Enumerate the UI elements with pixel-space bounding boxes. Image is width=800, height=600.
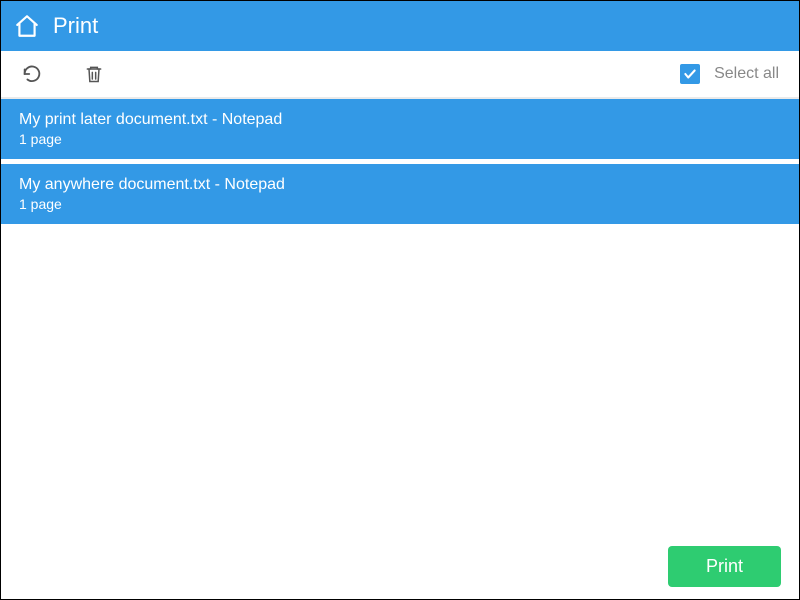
delete-button[interactable] (83, 63, 105, 85)
header-bar: Print (1, 1, 799, 51)
home-icon (14, 13, 40, 39)
empty-area (1, 225, 799, 534)
page-title: Print (53, 13, 98, 39)
toolbar-left (21, 63, 105, 85)
document-page-count: 1 page (19, 196, 781, 212)
check-icon (683, 67, 697, 81)
undo-button[interactable] (21, 63, 43, 85)
document-list: My print later document.txt - Notepad 1 … (1, 99, 799, 225)
select-all-label: Select all (714, 65, 779, 83)
toolbar-right: Select all (680, 64, 779, 84)
undo-icon (21, 63, 43, 85)
toolbar: Select all (1, 51, 799, 99)
list-item[interactable]: My print later document.txt - Notepad 1 … (1, 99, 799, 160)
document-title: My anywhere document.txt - Notepad (19, 176, 781, 194)
print-button[interactable]: Print (668, 546, 781, 587)
list-item[interactable]: My anywhere document.txt - Notepad 1 pag… (1, 164, 799, 225)
home-button[interactable] (13, 12, 41, 40)
trash-icon (84, 63, 104, 85)
select-all-checkbox[interactable] (680, 64, 700, 84)
document-page-count: 1 page (19, 131, 781, 147)
document-title: My print later document.txt - Notepad (19, 111, 781, 129)
footer: Print (1, 534, 799, 599)
